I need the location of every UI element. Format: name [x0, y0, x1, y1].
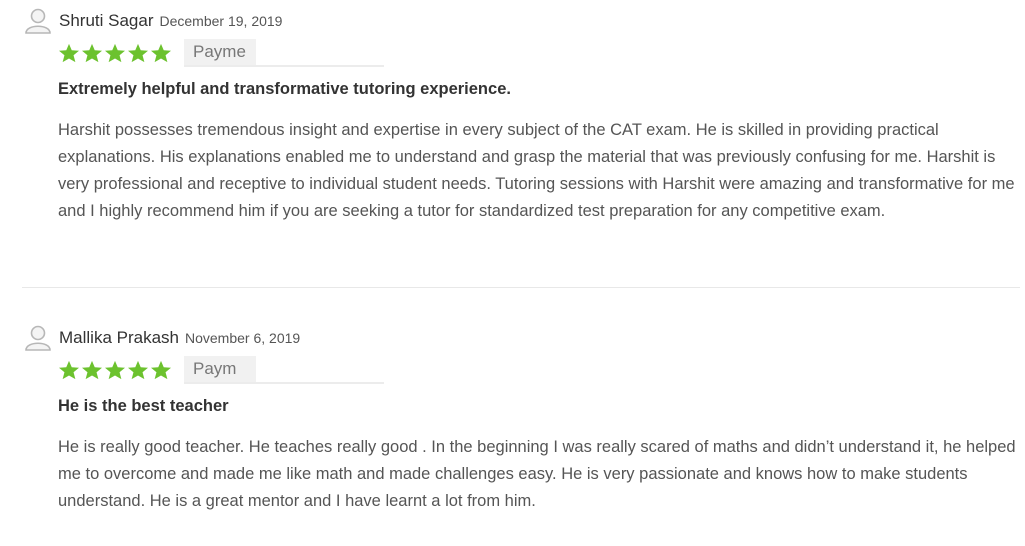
review-title: Extremely helpful and transformative tut…: [58, 80, 511, 98]
review-body: He is really good teacher. He teaches re…: [58, 438, 1016, 510]
star-rating: [58, 360, 172, 380]
tag-container: Paym: [184, 356, 384, 384]
review-header: Mallika Prakash November 6, 2019: [23, 323, 300, 353]
reviewer-name: Shruti Sagar: [59, 11, 154, 30]
tag-container: Payme: [184, 39, 384, 67]
star-icon: [151, 43, 171, 63]
review-date: November 6, 2019: [185, 330, 301, 346]
star-icon: [128, 43, 148, 63]
tag-underline: [184, 382, 384, 384]
star-icon: [82, 43, 102, 63]
star-icon: [59, 360, 79, 380]
user-avatar-icon: [25, 8, 51, 34]
user-avatar-icon: [25, 325, 51, 351]
star-icon: [128, 360, 148, 380]
reviewer-name: Mallika Prakash: [59, 328, 179, 347]
review-divider: [22, 287, 1020, 288]
star-rating: [58, 43, 172, 63]
review-body: Harshit possesses tremendous insight and…: [58, 121, 1015, 220]
rating-row: Payme: [58, 39, 384, 67]
star-icon: [82, 360, 102, 380]
rating-row: Paym: [58, 356, 384, 384]
review-header: Shruti Sagar December 19, 2019: [23, 6, 282, 36]
tag-underline: [184, 65, 384, 67]
star-icon: [105, 43, 125, 63]
review-title: He is the best teacher: [58, 397, 229, 415]
review-date: December 19, 2019: [159, 13, 283, 29]
review-tag[interactable]: Payme: [184, 39, 256, 65]
star-icon: [59, 43, 79, 63]
star-icon: [105, 360, 125, 380]
star-icon: [151, 360, 171, 380]
review-tag[interactable]: Paym: [184, 356, 256, 382]
